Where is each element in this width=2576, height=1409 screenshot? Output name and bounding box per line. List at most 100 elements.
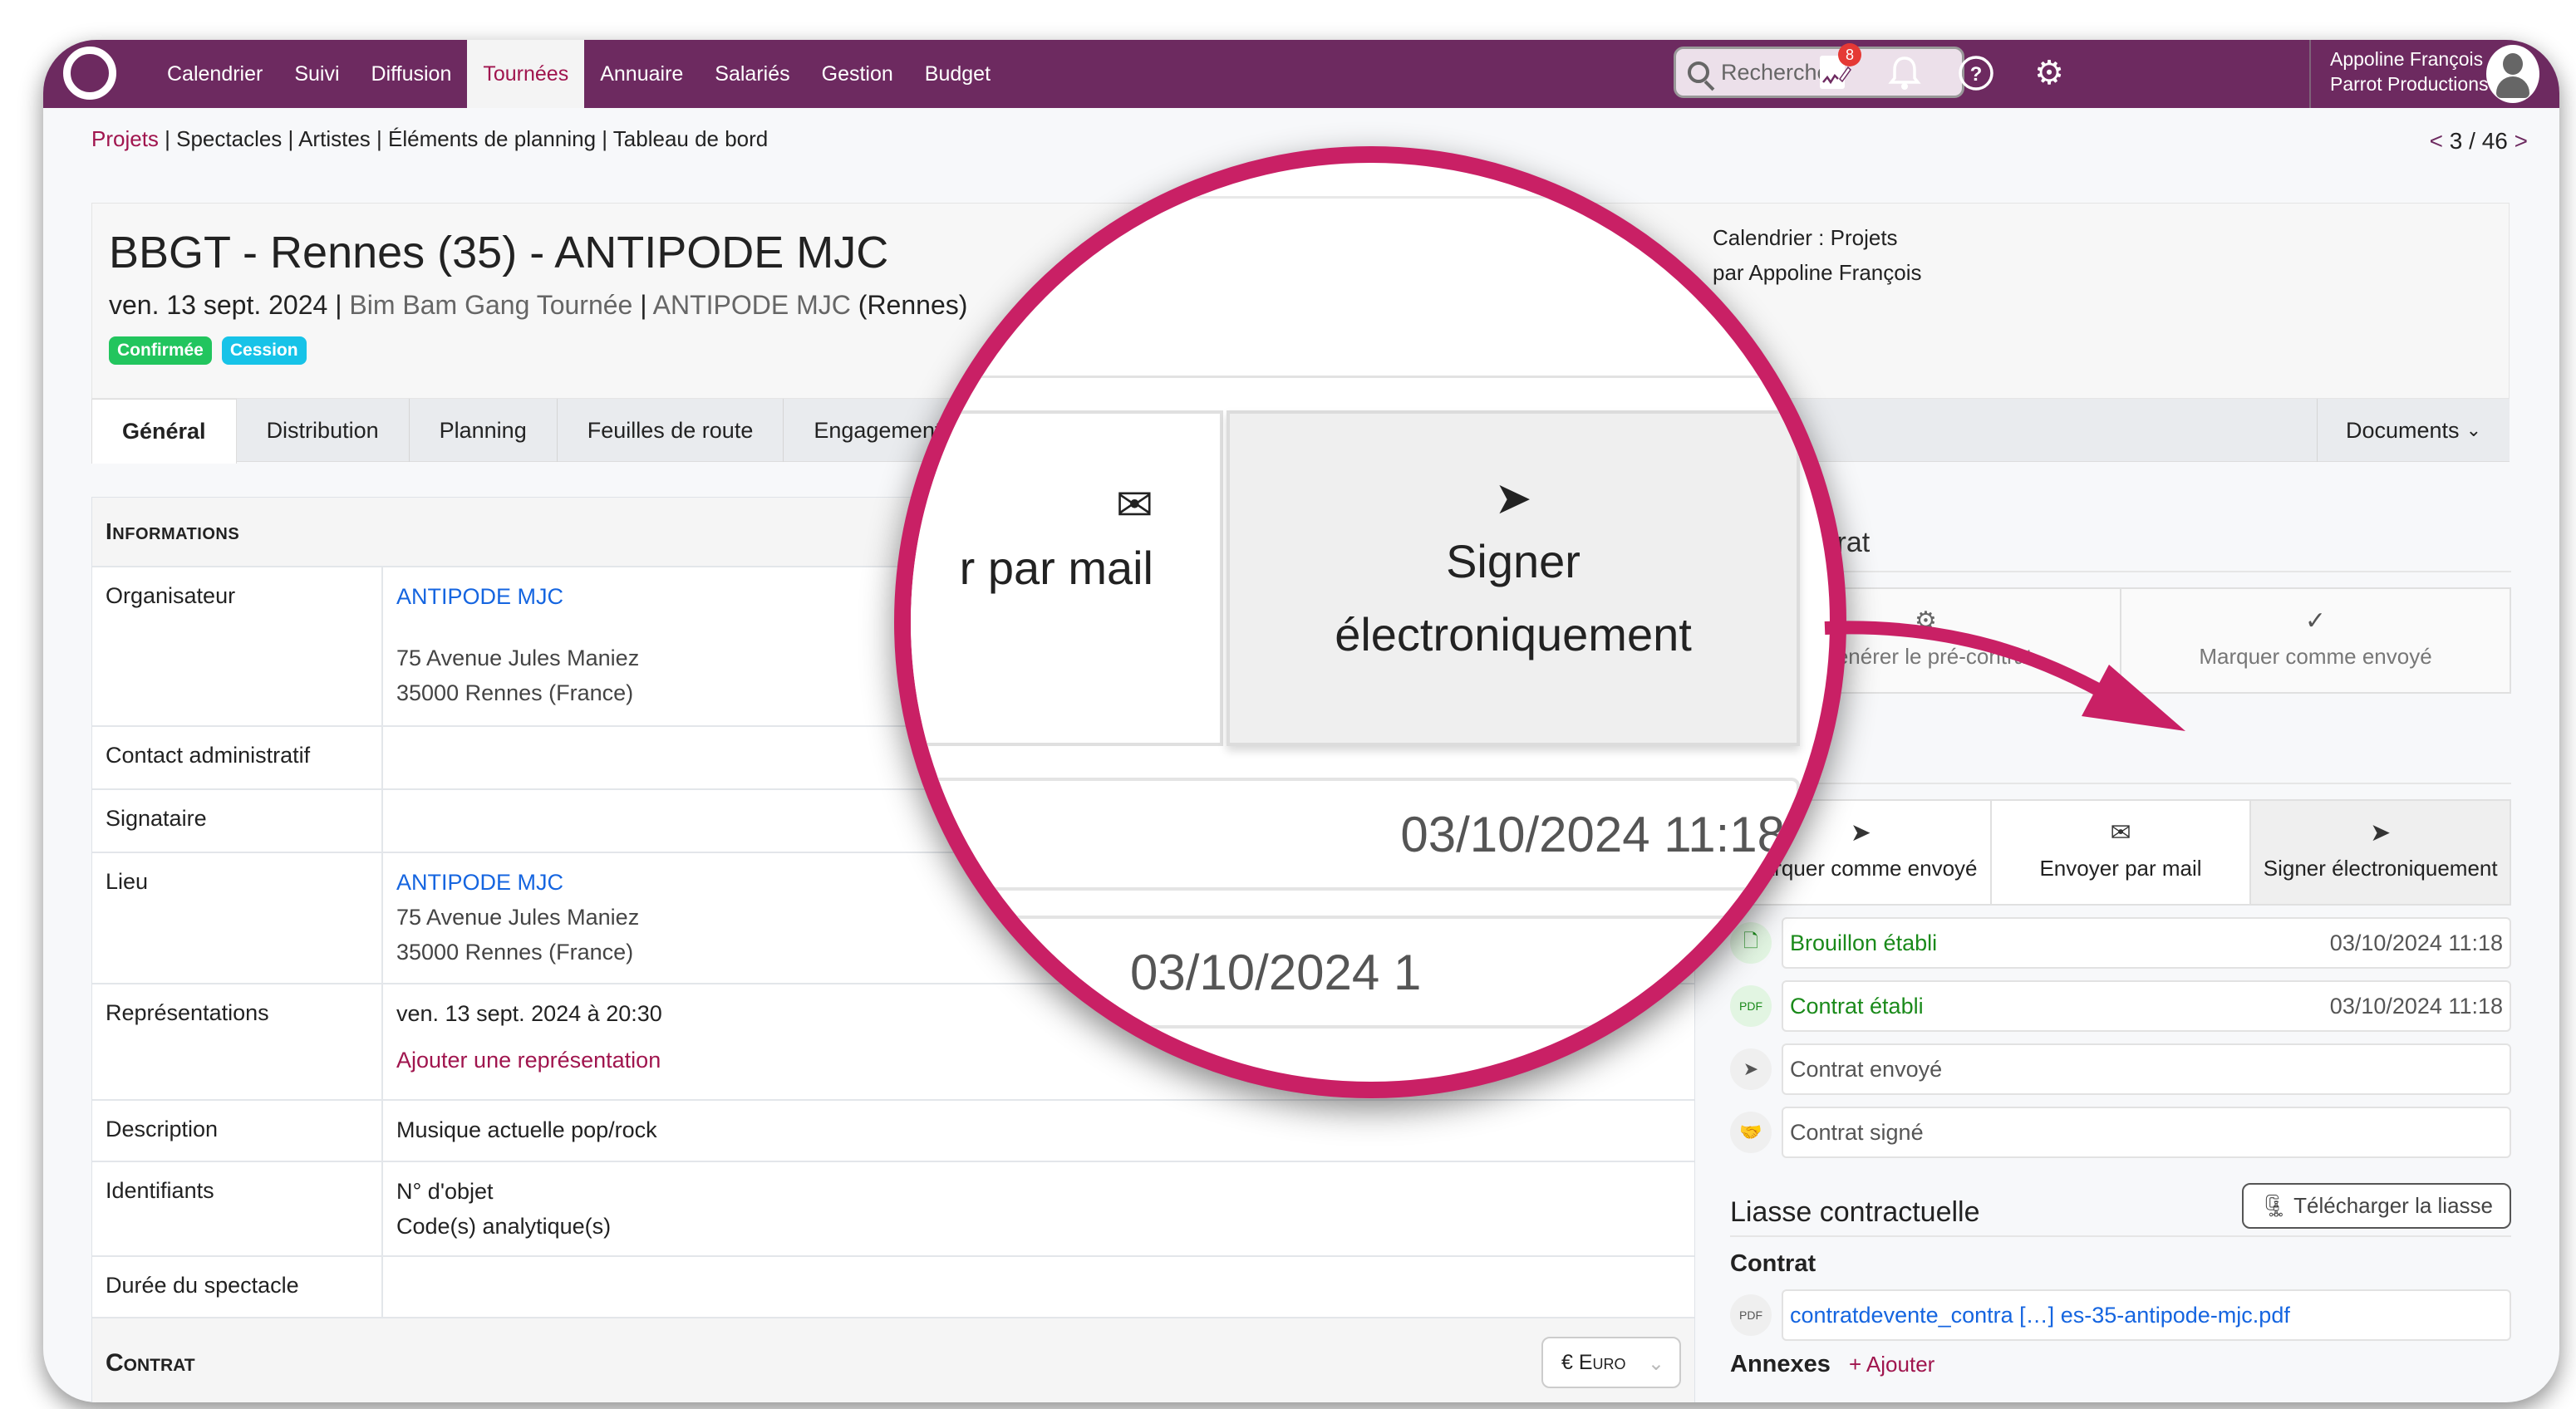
notifications-button[interactable] [1883,52,1926,95]
check-icon: ✓ [2304,607,2327,635]
pager-position: 3 / 46 [2449,128,2508,154]
nav-gestion[interactable]: Gestion [806,40,909,108]
row-label: Représentations [92,984,383,1099]
liasse-title: Liasse contractuelle [1730,1196,1980,1228]
magnified-timeline-row: 03/10/2024 1 [911,916,1800,1029]
magnifier-divider [911,196,1830,199]
magnified-timeline-row: 03/10/2024 11:18 [911,778,1800,891]
tour-link[interactable]: Bim Bam Gang Tournée [349,290,632,320]
sign-electronically-button[interactable]: ➤ Signer électroniquement [2251,801,2510,904]
nav-budget[interactable]: Budget [909,40,1006,108]
gear-icon: ⚙ [1915,607,1937,635]
status-badge-confirmee: Confirmée [109,336,212,365]
nav-diffusion[interactable]: Diffusion [356,40,468,108]
nav-salaries[interactable]: Salariés [699,40,805,108]
timeline-box: Brouillon établi 03/10/2024 11:18 [1782,917,2511,969]
main-nav: Calendrier Suivi Diffusion Tournées Annu… [151,40,1006,108]
timeline-box: Contrat établi 03/10/2024 11:18 [1782,980,2511,1032]
nav-calendrier[interactable]: Calendrier [151,40,278,108]
user-menu[interactable]: Appoline François Parrot Productions [2330,47,2488,96]
avatar[interactable] [2486,45,2539,103]
status-badge-cession: Cession [221,336,307,365]
handshake-icon: 🤝 [1730,1112,1772,1153]
send-by-mail-button[interactable]: ✉ Envoyer par mail [1991,801,2252,904]
row-label: Identifiants [92,1162,383,1255]
nav-tournees[interactable]: Tournées [467,40,585,108]
help-button[interactable]: ? [1954,52,1998,95]
row-label: Signataire [92,790,383,852]
project-date: ven. 13 sept. 2024 [109,290,328,320]
magnifier-divider [911,376,1830,378]
contrat-actions: ➤ Marquer comme envoyé ✉ Envoyer par mai… [1730,799,2511,906]
user-separator [2309,40,2311,108]
avatar-head-icon [2503,53,2523,75]
row-label: Durée du spectacle [92,1257,383,1317]
record-pager: < 3 / 46 > [2430,128,2528,155]
tab-distribution[interactable]: Distribution [237,399,410,462]
download-liasse-button[interactable]: 🗜 Télécharger la liasse [2242,1183,2511,1229]
contrat-section-header: Contrat € Euro ⌄ [92,1318,1694,1402]
table-row: Durée du spectacle [92,1257,1694,1318]
settings-button[interactable]: ⚙ [2028,52,2071,95]
user-company: Parrot Productions [2330,73,2489,95]
app-logo[interactable] [63,47,116,100]
send-by-mail-label: Envoyer par mail [2039,856,2202,881]
contrat-subtitle: Contrat [1730,1250,1816,1277]
tab-general[interactable]: Général [91,399,237,464]
signature-tasks-button[interactable]: 8 [1813,43,1861,95]
nav-suivi[interactable]: Suivi [278,40,355,108]
mark-precontrat-sent-button[interactable]: ✓ Marquer comme envoyé [2121,589,2510,692]
timeline-item: PDF Contrat établi 03/10/2024 11:18 [1730,980,2511,1032]
contract-file-link[interactable]: contratdevente_contra […] es-35-antipode… [1790,1303,2290,1328]
avatar-body-icon [2496,76,2529,98]
timeline-item: 🗋 Brouillon établi 03/10/2024 11:18 [1730,917,2511,969]
subnav-elements-planning[interactable]: Éléments de planning [388,126,596,151]
magnified-sign-label-2: électroniquement [1335,608,1692,660]
gear-icon: ⚙ [2034,55,2064,91]
precontrat-actions: ⚙ Générer le pré-contrat ✓ Marquer comme… [1730,587,2511,694]
timeline-date: 03/10/2024 11:18 [2329,993,2503,1019]
identifiant-objet: N° d'objet [396,1179,494,1204]
subnav-tableau-de-bord[interactable]: Tableau de bord [613,126,768,151]
download-liasse-label: Télécharger la liasse [2293,1193,2493,1218]
documents-label: Documents [2346,417,2460,443]
sign-electronically-label: Signer électroniquement [2263,856,2498,881]
magnifier-callout: ✉ r par mail ➤ Signer électroniquement 0… [894,146,1846,1098]
zip-file-icon: 🗜 [2260,1193,2288,1218]
subnav-artistes[interactable]: Artistes [298,126,371,151]
paper-plane-icon: ➤ [1850,819,1871,847]
contract-timeline: 🗋 Brouillon établi 03/10/2024 11:18 PDF … [1730,917,2511,1158]
nav-annuaire[interactable]: Annuaire [584,40,699,108]
row-value: Musique actuelle pop/rock [396,1117,657,1142]
venue-link[interactable]: ANTIPODE MJC [653,290,851,320]
precontrat-title: Pré-contrat [1730,527,2511,572]
magnified-date: 03/10/2024 11:18 [1400,806,1785,862]
mark-precontrat-sent-label: Marquer comme envoyé [2199,644,2432,669]
prev-record-button[interactable]: < [2430,128,2443,154]
tab-feuilles-de-route[interactable]: Feuilles de route [558,399,784,462]
top-navbar: * Calendrier Suivi Diffusion Tournées An… [43,40,2559,108]
contract-file-box: contratdevente_contra […] es-35-antipode… [1782,1289,2511,1341]
search-icon [1688,61,1709,83]
annexes-header: Annexes + Ajouter [1730,1351,2511,1378]
timeline-label: Contrat signé [1790,1119,1924,1145]
row-label: Description [92,1101,383,1161]
magnified-sign-label-1: Signer [1446,535,1581,587]
subnav-projets[interactable]: Projets [91,126,159,151]
breadcrumb: Projets | Spectacles | Artistes | Élémen… [91,126,769,151]
next-record-button[interactable]: > [2515,128,2528,154]
notification-badge: 8 [1838,43,1861,66]
row-label: Contact administratif [92,727,383,788]
contrat-title: Contrat [1730,739,2511,784]
subnav-spectacles[interactable]: Spectacles [176,126,282,151]
documents-dropdown[interactable]: Documents ⌄ [2317,399,2510,462]
contract-file-item: PDF contratdevente_contra […] es-35-anti… [1730,1289,2511,1341]
svg-text:?: ? [1970,63,1983,86]
currency-select[interactable]: € Euro ⌄ [1541,1337,1681,1388]
row-value: N° d'objet Code(s) analytique(s) [383,1162,1694,1255]
generate-precontrat-label: Générer le pré-contrat [1819,644,2033,669]
status-tags: Confirmée Cession [109,336,307,365]
tab-planning[interactable]: Planning [410,399,558,462]
identifiant-analytique: Code(s) analytique(s) [396,1214,612,1239]
add-annexe-button[interactable]: + Ajouter [1849,1352,1934,1377]
